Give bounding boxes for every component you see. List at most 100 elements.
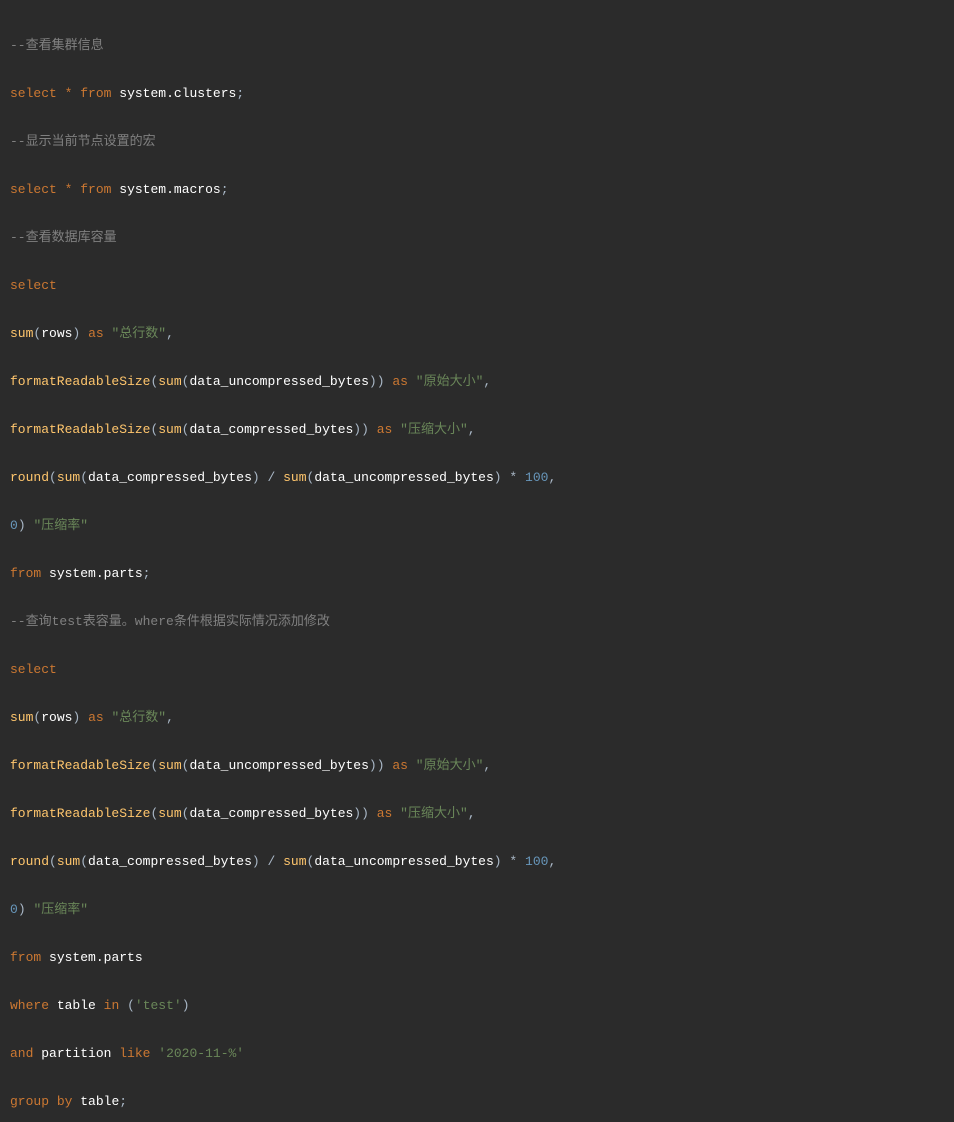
kw-select: select: [10, 182, 57, 197]
identifier: table: [57, 998, 96, 1013]
identifier: data_uncompressed_bytes: [314, 854, 493, 869]
comma: ,: [548, 470, 556, 485]
lparen: (: [80, 470, 88, 485]
semicolon: ;: [143, 566, 151, 581]
func-sum: sum: [283, 854, 306, 869]
comma: ,: [548, 854, 556, 869]
op-div: /: [268, 470, 276, 485]
code-line: from system.parts: [10, 946, 944, 970]
code-line: formatReadableSize(sum(data_uncompressed…: [10, 370, 944, 394]
kw-from: from: [80, 86, 111, 101]
lparen: (: [307, 854, 315, 869]
kw-select: select: [10, 662, 57, 677]
rparen: ): [494, 854, 502, 869]
code-line: select: [10, 658, 944, 682]
code-line: sum(rows) as "总行数",: [10, 322, 944, 346]
string: "压缩大小": [400, 806, 468, 821]
string: "压缩率": [33, 518, 88, 533]
string: 'test': [135, 998, 182, 1013]
code-line: --查看数据库容量: [10, 226, 944, 250]
code-line: where table in ('test'): [10, 994, 944, 1018]
code-line: --显示当前节点设置的宏: [10, 130, 944, 154]
code-line: select * from system.macros;: [10, 178, 944, 202]
kw-from: from: [80, 182, 111, 197]
lparen: (: [127, 998, 135, 1013]
comment: --查看集群信息: [10, 38, 104, 53]
rparen: ): [377, 758, 385, 773]
rparen: ): [369, 374, 377, 389]
lparen: (: [33, 710, 41, 725]
identifier: system.macros: [119, 182, 220, 197]
code-line: --查看集群信息: [10, 34, 944, 58]
func-sum: sum: [158, 422, 181, 437]
rparen: ): [353, 806, 361, 821]
code-line: from system.parts;: [10, 562, 944, 586]
lparen: (: [80, 854, 88, 869]
identifier: partition: [41, 1046, 111, 1061]
semicolon: ;: [236, 86, 244, 101]
string: "原始大小": [416, 758, 484, 773]
comment: --查看数据库容量: [10, 230, 117, 245]
rparen: ): [361, 422, 369, 437]
code-line: formatReadableSize(sum(data_uncompressed…: [10, 754, 944, 778]
op-mul: *: [509, 470, 517, 485]
code-line: 0) "压缩率": [10, 898, 944, 922]
number: 0: [10, 518, 18, 533]
string: "总行数": [111, 326, 166, 341]
kw-like: like: [119, 1046, 150, 1061]
kw-by: by: [57, 1094, 73, 1109]
func-sum: sum: [158, 806, 181, 821]
rparen: ): [72, 710, 80, 725]
kw-where: where: [10, 998, 49, 1013]
func-sum: sum: [158, 374, 181, 389]
rparen: ): [72, 326, 80, 341]
op-div: /: [268, 854, 276, 869]
lparen: (: [150, 806, 158, 821]
func-sum: sum: [158, 758, 181, 773]
code-line: round(sum(data_compressed_bytes) / sum(d…: [10, 466, 944, 490]
code-line: 0) "压缩率": [10, 514, 944, 538]
lparen: (: [49, 854, 57, 869]
code-line: formatReadableSize(sum(data_compressed_b…: [10, 418, 944, 442]
identifier: data_uncompressed_bytes: [189, 758, 368, 773]
string: '2020-11-%': [158, 1046, 244, 1061]
number: 100: [525, 470, 548, 485]
rparen: ): [182, 998, 190, 1013]
code-line: sum(rows) as "总行数",: [10, 706, 944, 730]
rparen: ): [252, 854, 260, 869]
code-line: --查询test表容量。where条件根据实际情况添加修改: [10, 610, 944, 634]
string: "压缩率": [33, 902, 88, 917]
code-line: select: [10, 274, 944, 298]
func-frs: formatReadableSize: [10, 374, 150, 389]
kw-group: group: [10, 1094, 49, 1109]
kw-from: from: [10, 950, 41, 965]
kw-as: as: [377, 806, 393, 821]
func-frs: formatReadableSize: [10, 806, 150, 821]
code-line: group by table;: [10, 1090, 944, 1114]
func-round: round: [10, 854, 49, 869]
func-sum: sum: [57, 470, 80, 485]
comma: ,: [166, 710, 174, 725]
identifier: system.parts: [49, 566, 143, 581]
kw-as: as: [392, 374, 408, 389]
func-sum: sum: [283, 470, 306, 485]
semicolon: ;: [221, 182, 229, 197]
kw-in: in: [104, 998, 120, 1013]
identifier: system.parts: [49, 950, 143, 965]
number: 0: [10, 902, 18, 917]
rparen: ): [353, 422, 361, 437]
kw-as: as: [88, 326, 104, 341]
string: "压缩大小": [400, 422, 468, 437]
func-round: round: [10, 470, 49, 485]
code-line: select * from system.clusters;: [10, 82, 944, 106]
string: "原始大小": [416, 374, 484, 389]
identifier: table: [80, 1094, 119, 1109]
semicolon: ;: [119, 1094, 127, 1109]
rparen: ): [361, 806, 369, 821]
code-line: formatReadableSize(sum(data_compressed_b…: [10, 802, 944, 826]
comment: --显示当前节点设置的宏: [10, 134, 156, 149]
kw-as: as: [88, 710, 104, 725]
identifier: data_compressed_bytes: [189, 806, 353, 821]
identifier: data_compressed_bytes: [88, 470, 252, 485]
op-mul: *: [509, 854, 517, 869]
